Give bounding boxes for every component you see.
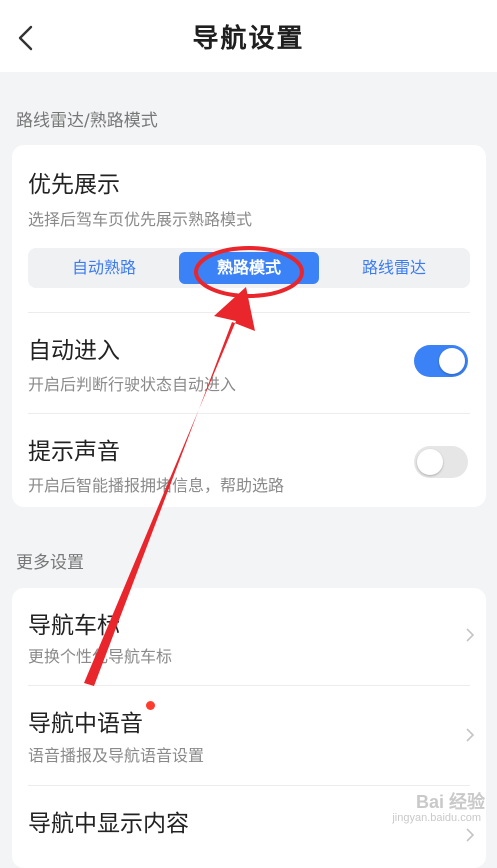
sound-subtitle: 开启后智能播报拥堵信息，帮助选路 bbox=[28, 476, 285, 495]
list-item-voice[interactable]: 导航中语音 语音播报及导航语音设置 bbox=[12, 686, 486, 785]
auto-enter-subtitle: 开启后判断行驶状态自动进入 bbox=[28, 375, 237, 394]
auto-enter-title: 自动进入 bbox=[28, 338, 120, 364]
chevron-right-icon bbox=[466, 728, 475, 742]
sound-title: 提示声音 bbox=[28, 439, 120, 465]
page-title: 导航设置 bbox=[192, 24, 305, 54]
watermark: Bai 经验 jingyan.baidu.com bbox=[371, 788, 491, 832]
notification-dot bbox=[146, 701, 155, 710]
priority-title: 优先展示 bbox=[28, 172, 120, 198]
section-title-radar: 路线雷达/熟路模式 bbox=[16, 111, 158, 131]
chevron-right-icon bbox=[466, 628, 475, 642]
auto-enter-toggle[interactable] bbox=[414, 345, 468, 377]
option-familiar-mode[interactable]: 熟路模式 bbox=[179, 252, 319, 284]
watermark-text: Bai 经验 bbox=[415, 792, 485, 812]
vehicle-icon-subtitle: 更换个性化导航车标 bbox=[28, 647, 173, 666]
divider bbox=[28, 312, 470, 313]
divider bbox=[28, 413, 470, 414]
vehicle-icon-title: 导航车标 bbox=[28, 613, 120, 639]
voice-subtitle: 语音播报及导航语音设置 bbox=[28, 746, 205, 765]
list-item-vehicle-icon[interactable]: 导航车标 更换个性化导航车标 bbox=[12, 588, 486, 685]
option-route-radar[interactable]: 路线雷达 bbox=[324, 252, 464, 284]
priority-subtitle: 选择后驾车页优先展示熟路模式 bbox=[28, 210, 253, 229]
display-content-title: 导航中显示内容 bbox=[28, 811, 189, 837]
voice-title: 导航中语音 bbox=[28, 711, 143, 737]
top-bar: 导航设置 bbox=[0, 0, 497, 72]
toggle-knob bbox=[439, 348, 465, 374]
section-title-more: 更多设置 bbox=[16, 553, 84, 573]
radar-settings-card: 优先展示 选择后驾车页优先展示熟路模式 自动熟路 熟路模式 路线雷达 自动进入 … bbox=[12, 145, 486, 507]
option-auto-familiar[interactable]: 自动熟路 bbox=[34, 252, 174, 284]
watermark-url: jingyan.baidu.com bbox=[392, 812, 481, 824]
toggle-knob bbox=[417, 449, 443, 475]
sound-toggle[interactable] bbox=[414, 446, 468, 478]
priority-segmented-control: 自动熟路 熟路模式 路线雷达 bbox=[28, 248, 470, 288]
